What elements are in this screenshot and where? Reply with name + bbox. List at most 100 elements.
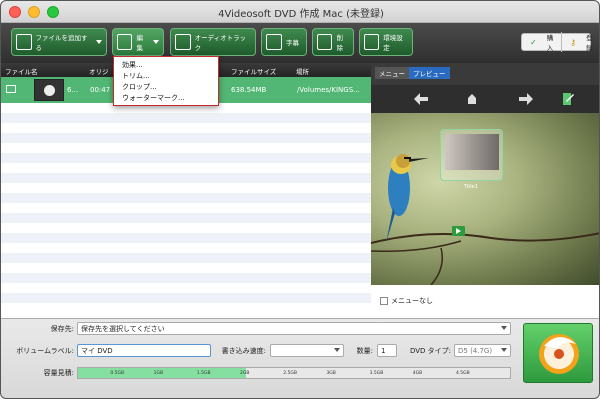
subtitle-icon [266,34,282,50]
title-thumbnail-frame[interactable] [440,129,503,181]
key-icon: ⚷ [570,37,577,47]
app-window: 4Videosoft DVD 作成 Mac (未登録) ファイルを追加する 編集… [0,0,600,399]
edit-label: 編集 [136,34,143,52]
settings-label: 環境設定 [383,34,403,52]
gear-icon [364,34,380,50]
arrow-left-icon[interactable] [414,93,428,105]
destination-select[interactable]: 保存先を選択してください [77,322,511,335]
empty-row [1,233,371,243]
write-speed-select[interactable] [270,344,344,357]
menu-preview-image: Title1 [371,113,599,285]
empty-row [1,173,371,183]
burn-button[interactable] [523,323,593,383]
audio-track-label: オーディオトラック [194,34,247,52]
capacity-tick-label: 3.5GB [369,371,384,376]
volume-label-label: ボリュームラベル: [16,347,74,355]
window-title: 4Videosoft DVD 作成 Mac (未登録) [218,9,384,20]
chevron-down-icon [334,348,340,352]
file-duration: 00:47 [90,86,111,94]
edit-button[interactable]: 編集 [112,28,164,56]
tab-preview[interactable]: プレビュー [409,67,450,79]
edit-menu-icon[interactable] [562,92,574,106]
menu-item-crop[interactable]: クロップ... [114,81,218,92]
column-header-filename[interactable]: ファイル名 [5,66,38,76]
capacity-tick-label: 1GB [153,371,164,376]
add-file-label: ファイルを追加する [35,34,88,52]
empty-row [1,153,371,163]
preview-panel: メニュー プレビュー Title1 メニューなし [371,63,599,318]
capacity-tick-label: 4.5GB [456,371,470,376]
copies-input[interactable]: 1 [377,344,397,357]
menu-item-watermark[interactable]: ウォーターマーク... [114,92,218,103]
title-bar: 4Videosoft DVD 作成 Mac (未登録) [1,1,599,23]
capacity-tick-label: 4GB [412,371,423,376]
audio-track-button[interactable]: オーディオトラック [170,28,256,56]
empty-row [1,193,371,203]
settings-button[interactable]: 環境設定 [359,28,413,56]
menu-navigation-bar [371,85,599,113]
menu-item-effect[interactable]: 効果... [114,59,218,70]
empty-row [1,133,371,143]
no-menu-checkbox[interactable] [380,297,388,305]
column-header-location[interactable]: 場所 [296,66,309,76]
chevron-down-icon[interactable] [153,40,159,44]
capacity-tick-label: 0.5GB [110,371,125,376]
no-menu-row: メニューなし [371,285,599,318]
play-button[interactable] [452,226,465,236]
add-file-button[interactable]: ファイルを追加する [11,28,107,56]
delete-label: 削除 [336,34,343,52]
file-size: 638.54MB [231,86,267,94]
register-label: 登録 [586,34,593,52]
empty-row [1,213,371,223]
edit-film-icon [117,34,133,50]
menu-item-trim[interactable]: トリム... [114,70,218,81]
volume-label-input[interactable]: マイ DVD [77,344,211,357]
column-header-original[interactable]: オリジ [89,66,109,76]
file-location: /Volumes/KINGS... [297,86,360,94]
film-icon [6,85,16,93]
delete-button[interactable]: 削除 [312,28,354,56]
copies-label: 数量: [356,347,373,355]
audio-track-icon [175,34,191,50]
copies-value: 1 [381,346,386,355]
dvd-type-select[interactable]: D5 (4.7G) [454,344,511,357]
title-caption: Title1 [464,184,478,190]
video-thumbnail[interactable] [34,79,64,101]
play-icon [456,228,461,234]
capacity-bar: 0.5GB 1GB 1.5GB 2GB 2.5GB 3GB 3.5GB 4GB 4.5GB [77,367,511,379]
chevron-down-icon [501,348,507,352]
empty-row [1,253,371,263]
capacity-tick-label: 3GB [326,371,336,376]
disc-burn-icon [539,334,579,374]
dvd-type-label: DVD タイプ: [409,347,451,355]
empty-row [1,293,371,303]
file-name: 6... [67,86,79,94]
empty-row [1,273,371,283]
add-file-icon [16,34,32,50]
output-settings-panel: 保存先: 保存先を選択してください ボリュームラベル: マイ DVD 書き込み速… [1,318,599,398]
title-thumbnail [445,134,499,170]
register-button[interactable]: ⚷ 登録 [561,32,599,52]
arrow-right-icon[interactable] [519,93,533,105]
column-header-filesize[interactable]: ファイルサイズ [231,66,276,76]
chevron-down-icon[interactable] [96,40,102,44]
buy-label: 購入 [546,34,554,52]
delete-icon [317,34,333,50]
cart-icon: ✓ [530,37,537,47]
edit-dropdown-menu: 効果... トリム... クロップ... ウォーターマーク... [113,56,219,106]
main-toolbar: ファイルを追加する 編集 オーディオトラック 字幕 削除 環境設定 ✓ 購入 ⚷… [1,23,599,63]
play-icon[interactable] [44,85,55,96]
preview-tabs: メニュー プレビュー [375,67,450,79]
buy-button[interactable]: ✓ 購入 [522,32,561,52]
home-icon[interactable] [467,93,477,105]
subtitle-label: 字幕 [286,39,299,47]
volume-label-value: マイ DVD [81,346,113,355]
tab-menu[interactable]: メニュー [375,67,409,79]
destination-value: 保存先を選択してください [81,324,165,333]
capacity-tick-label: 2.5GB [283,371,297,376]
subtitle-button[interactable]: 字幕 [261,28,307,56]
no-menu-label: メニューなし [391,297,433,305]
dvd-type-value: D5 (4.7G) [458,346,493,355]
purchase-register-group: ✓ 購入 ⚷ 登録 [521,32,593,52]
capacity-tick-label: 2GB [240,371,250,376]
